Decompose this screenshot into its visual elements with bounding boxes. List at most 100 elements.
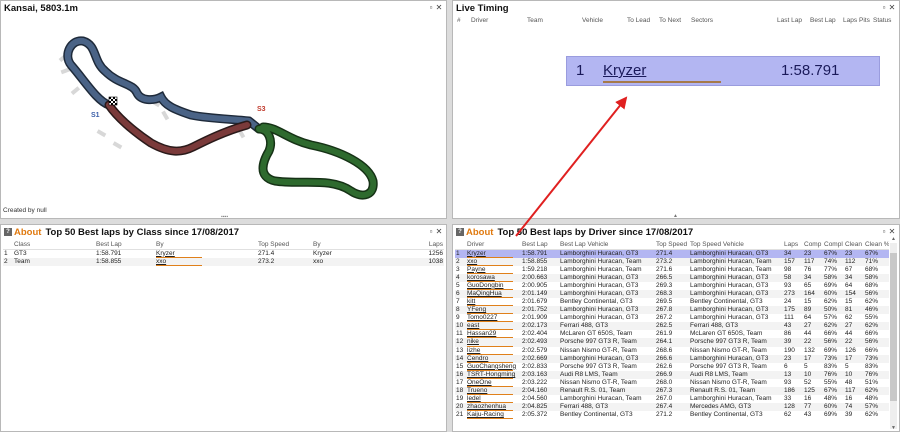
driver-link[interactable]: lizhe bbox=[466, 347, 521, 355]
cell: 268.0 bbox=[656, 378, 673, 386]
driver-link[interactable]: TSRT-Hongming bbox=[466, 370, 521, 379]
driver-col-driver[interactable]: Driver bbox=[466, 240, 521, 250]
driver-col-best-lap-vehicle[interactable]: Best Lap Vehicle bbox=[559, 240, 655, 250]
driver-link[interactable]: xxo bbox=[466, 257, 521, 266]
cell: 16 bbox=[845, 395, 853, 403]
table-row[interactable]: 2 xxo 1:58.855 Lamborghini Huracan, Team 273… bbox=[455, 257, 889, 266]
driver-link[interactable]: ledel bbox=[466, 395, 521, 404]
class-about-link[interactable]: About bbox=[14, 227, 41, 238]
driver-link[interactable]: YFeng bbox=[466, 306, 521, 315]
driver-link[interactable]: GuoChangsheng bbox=[466, 363, 521, 371]
cell: 62% bbox=[864, 322, 889, 331]
table-row[interactable]: 16 TSRT-Hongming 2:03.163 Audi R8 LMS, Team… bbox=[455, 370, 889, 379]
table-row[interactable]: 7 kitt 2:01.679 Bentley Continental, GT3 269… bbox=[455, 298, 889, 307]
cell: 52 bbox=[804, 378, 812, 386]
driver-link[interactable]: Payne bbox=[466, 266, 521, 274]
driver-link[interactable]: korosawa bbox=[466, 273, 521, 282]
restore-icon[interactable]: ▫ bbox=[880, 227, 888, 236]
scroll-up-icon[interactable]: ▲ bbox=[890, 236, 897, 242]
table-row[interactable]: 11 Hassan29 2:02.404 McLaren GT 650S, Team 2… bbox=[455, 330, 889, 339]
driver-col-best-lap[interactable]: Best Lap bbox=[521, 240, 559, 250]
table-row[interactable]: 3 Payne 1:59.218 Lamborghini Huracan, Team 2… bbox=[455, 266, 889, 274]
driver-link[interactable]: east bbox=[466, 322, 521, 331]
class-col-speed-by[interactable]: By bbox=[312, 240, 412, 250]
driver-link[interactable]: OneOne bbox=[466, 379, 521, 387]
lt-header-sectors: Sectors bbox=[691, 17, 714, 24]
driver-link[interactable]: xxo bbox=[155, 257, 257, 266]
leader-position: 1 bbox=[576, 62, 585, 79]
class-col-class[interactable]: Class bbox=[13, 240, 95, 250]
driver-col-laps[interactable]: Laps bbox=[783, 240, 803, 250]
close-icon[interactable]: ✕ bbox=[888, 3, 896, 12]
driver-link[interactable]: nike bbox=[466, 338, 521, 347]
scroll-down-icon[interactable]: ▼ bbox=[890, 425, 897, 431]
cell: 58% bbox=[823, 273, 844, 282]
table-row[interactable]: 21 Kaiju-Racing 2:05.372 Bentley Continenta… bbox=[455, 411, 889, 420]
cell: Bentley Continental, GT3 bbox=[560, 298, 633, 306]
table-row[interactable]: 18 Trueno 2:04.160 Renault R.S. 01, Team 267… bbox=[455, 387, 889, 396]
class-col-laps[interactable]: Laps bbox=[412, 240, 444, 250]
close-icon[interactable]: ✕ bbox=[435, 3, 443, 12]
cell: 266.6 bbox=[655, 354, 689, 363]
scrollbar-thumb[interactable] bbox=[890, 253, 897, 401]
driver-window-buttons: ▫ ✕ bbox=[880, 227, 896, 236]
table-row[interactable]: 6 MaQingHua 2:01.149 Lamborghini Huracan, G… bbox=[455, 289, 889, 298]
table-row[interactable]: 13 lizhe 2:02.579 Nissan Nismo GT-R, Team 26… bbox=[455, 347, 889, 355]
table-row[interactable]: 9 Tomo0227 2:01.909 Lamborghini Huracan, GT… bbox=[455, 314, 889, 323]
driver-col-clean-pct[interactable]: Clean % bbox=[864, 240, 889, 250]
class-col-by[interactable]: By bbox=[155, 240, 257, 250]
lt-header-driver: Driver bbox=[471, 17, 489, 24]
driver-col-clean[interactable]: Clean bbox=[844, 240, 864, 250]
driver-link[interactable]: MaQingHua bbox=[466, 289, 521, 298]
restore-icon[interactable]: ▫ bbox=[427, 227, 435, 236]
driver-col-top-speed[interactable]: Top Speed bbox=[655, 240, 689, 250]
cell: 98 bbox=[784, 265, 792, 273]
table-row[interactable]: 1 GT3 1:58.791 Kryzer 271.4 Kryzer 1256 bbox=[3, 249, 444, 258]
close-icon[interactable]: ✕ bbox=[888, 227, 896, 236]
table-row[interactable]: 14 Cendro 2:02.669 Lamborghini Huracan, GT3… bbox=[455, 354, 889, 363]
sector-3-label: S3 bbox=[257, 106, 266, 113]
driver-link[interactable]: Hassan29 bbox=[466, 330, 521, 339]
driver-link[interactable]: Kryzer bbox=[466, 249, 521, 258]
cell: Lamborghini Huracan, GT3 bbox=[690, 314, 769, 322]
splitter-grip-icon[interactable]: ▪▪▪▪ bbox=[221, 214, 228, 218]
lt-header-status: Status bbox=[873, 17, 892, 24]
table-row[interactable]: 1 Kryzer 1:58.791 Lamborghini Huracan, GT3 2… bbox=[455, 249, 889, 258]
driver-col-top-speed-vehicle[interactable]: Top Speed Vehicle bbox=[689, 240, 783, 250]
table-row[interactable]: 12 nike 2:02.493 Porsche 997 GT3 R, Team 264… bbox=[455, 338, 889, 347]
driver-link[interactable]: Cendro bbox=[466, 354, 521, 363]
driver-link[interactable]: Kaiju-Racing bbox=[466, 411, 521, 420]
driver-col-comp[interactable]: Comp bbox=[803, 240, 823, 250]
sector-1-label: S1 bbox=[91, 112, 100, 119]
table-row[interactable]: 5 GuoDongbin 2:00.905 Lamborghini Huracan, … bbox=[455, 282, 889, 290]
driver-link[interactable]: Tomo0227 bbox=[466, 314, 521, 323]
driver-link[interactable]: zhaozhenhua bbox=[466, 403, 521, 412]
driver-link[interactable]: Kryzer bbox=[155, 249, 257, 258]
restore-icon[interactable]: ▫ bbox=[880, 3, 888, 12]
collapse-icon[interactable]: ▲ bbox=[673, 213, 678, 218]
driver-link[interactable]: GuoDongbin bbox=[466, 282, 521, 290]
table-row[interactable]: 15 GuoChangsheng 2:02.833 Porsche 997 GT3 R… bbox=[455, 363, 889, 371]
cell: 11 bbox=[456, 330, 463, 338]
table-row[interactable]: 4 korosawa 2:00.663 Lamborghini Huracan, GT… bbox=[455, 273, 889, 282]
driver-link[interactable]: Trueno bbox=[466, 387, 521, 396]
close-icon[interactable]: ✕ bbox=[435, 227, 443, 236]
table-row[interactable]: 2 Team 1:58.855 xxo 273.2 xxo 1038 bbox=[3, 257, 444, 266]
cell: 267.0 bbox=[656, 395, 673, 403]
table-row[interactable]: 17 OneOne 2:03.222 Nissan Nismo GT-R, Team 2… bbox=[455, 379, 889, 387]
class-col-top-speed[interactable]: Top Speed bbox=[257, 240, 312, 250]
cell: Audi R8 LMS, Team bbox=[559, 370, 655, 379]
cell: 125 bbox=[803, 387, 823, 396]
driver-about-link[interactable]: About bbox=[466, 227, 493, 238]
live-timing-leader-row[interactable]: 1 Kryzer 1:58.791 bbox=[566, 56, 880, 86]
table-row[interactable]: 20 zhaozhenhua 2:04.825 Ferrari 488, GT3 267… bbox=[455, 403, 889, 412]
class-col-best-lap[interactable]: Best Lap bbox=[95, 240, 155, 250]
table-row[interactable]: 19 ledel 2:04.560 Lamborghini Huracan, Team… bbox=[455, 395, 889, 404]
table-row[interactable]: 10 east 2:02.173 Ferrari 488, GT3 262.5 Ferra… bbox=[455, 322, 889, 331]
table-row[interactable]: 8 YFeng 2:01.752 Lamborghini Huracan, GT3 26… bbox=[455, 306, 889, 315]
driver-col-compl[interactable]: Compl bbox=[823, 240, 844, 250]
restore-icon[interactable]: ▫ bbox=[427, 3, 435, 12]
leader-driver[interactable]: Kryzer bbox=[603, 62, 646, 79]
cell: Porsche 997 GT3 R, Team bbox=[560, 362, 637, 370]
driver-link[interactable]: kitt bbox=[466, 298, 521, 307]
